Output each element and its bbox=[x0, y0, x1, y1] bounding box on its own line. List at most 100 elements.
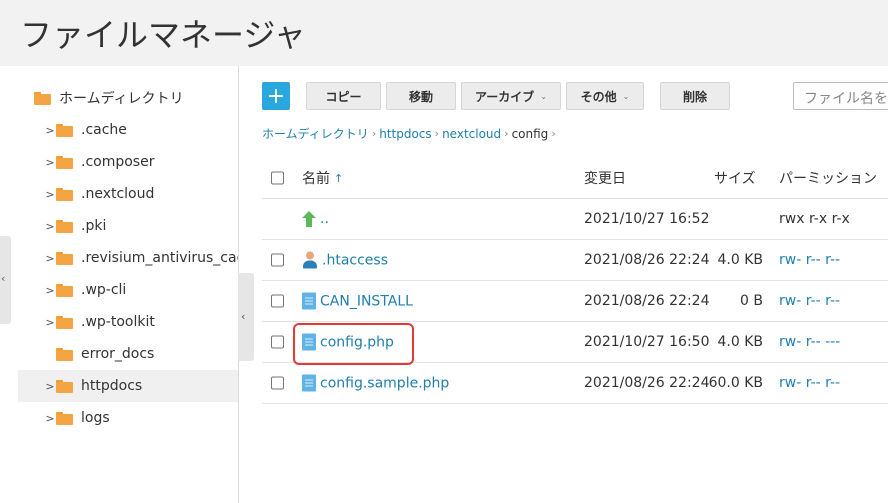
tree-item-label: .cache bbox=[81, 122, 127, 138]
table-row[interactable]: .htaccess 2021/08/26 22:24 4.0 KB rw- r-… bbox=[262, 240, 888, 281]
row-checkbox[interactable] bbox=[271, 376, 284, 390]
tree-item[interactable]: > .pki bbox=[18, 210, 238, 242]
chevron-right-icon[interactable]: > bbox=[18, 188, 56, 201]
tree-item[interactable]: > logs bbox=[18, 402, 238, 434]
chevron-right-icon: › bbox=[551, 127, 556, 140]
tree-item[interactable]: > .composer bbox=[18, 146, 238, 178]
file-name-cell[interactable]: .. bbox=[302, 211, 329, 227]
chevron-left-icon: ‹ bbox=[241, 310, 246, 323]
row-checkbox[interactable] bbox=[271, 294, 284, 308]
file-size: 60.0 KB bbox=[708, 375, 763, 391]
chevron-right-icon[interactable]: > bbox=[18, 380, 56, 393]
folder-icon bbox=[56, 283, 73, 297]
breadcrumb-home[interactable]: ホームディレクトリ bbox=[262, 125, 369, 142]
folder-icon bbox=[34, 91, 51, 105]
collapse-sidebar-button[interactable]: ‹ bbox=[238, 273, 254, 361]
tree-item-selected[interactable]: > httpdocs bbox=[18, 370, 238, 402]
tree-item[interactable]: > .revisium_antivirus_cache bbox=[18, 242, 238, 274]
chevron-right-icon[interactable]: > bbox=[18, 124, 56, 137]
chevron-down-icon: ⌄ bbox=[540, 91, 547, 101]
tree-item-label: error_docs bbox=[81, 346, 155, 362]
other-button-label: その他 bbox=[580, 89, 617, 104]
tree-item[interactable]: > .nextcloud bbox=[18, 178, 238, 210]
highlight-annotation bbox=[293, 323, 414, 365]
tree-item-label: .composer bbox=[81, 154, 155, 170]
chevron-down-icon: ⌄ bbox=[622, 91, 630, 101]
archive-button[interactable]: アーカイブ ⌄ bbox=[461, 82, 561, 110]
add-button[interactable]: + bbox=[262, 82, 290, 110]
breadcrumb-httpdocs[interactable]: httpdocs bbox=[379, 127, 431, 141]
chevron-right-icon: › bbox=[434, 127, 440, 140]
chevron-right-icon[interactable]: > bbox=[18, 252, 56, 265]
document-icon bbox=[302, 374, 316, 392]
folder-icon bbox=[56, 347, 73, 361]
move-button[interactable]: 移動 bbox=[386, 82, 456, 110]
select-all-checkbox[interactable] bbox=[271, 171, 284, 185]
file-size: 4.0 KB bbox=[717, 252, 764, 268]
folder-icon bbox=[56, 379, 73, 393]
file-name[interactable]: .. bbox=[320, 211, 329, 227]
column-header-permissions[interactable]: パーミッション bbox=[779, 168, 877, 188]
tree-item[interactable]: > .cache bbox=[18, 114, 238, 146]
column-header-size[interactable]: サイズ bbox=[714, 168, 756, 188]
chevron-right-icon: › bbox=[504, 127, 509, 140]
file-size: 0 B bbox=[740, 293, 763, 309]
folder-up-icon bbox=[302, 211, 316, 227]
tree-item[interactable]: > error_docs bbox=[18, 338, 238, 370]
left-panel-handle[interactable]: ‹ bbox=[0, 236, 11, 324]
folder-icon bbox=[56, 411, 73, 425]
tree-item-label: logs bbox=[81, 410, 110, 426]
file-permissions[interactable]: rw- r-- --- bbox=[779, 334, 840, 350]
folder-icon bbox=[56, 315, 73, 329]
file-name[interactable]: CAN_INSTALL bbox=[320, 293, 413, 309]
file-permissions[interactable]: rw- r-- r-- bbox=[779, 252, 840, 268]
page-title: ファイルマネージャ bbox=[20, 16, 306, 54]
table-row[interactable]: config.sample.php 2021/08/26 22:24 60.0 … bbox=[262, 363, 888, 404]
column-header-date[interactable]: 変更日 bbox=[584, 168, 626, 188]
tree-item[interactable]: > .wp-cli bbox=[18, 274, 238, 306]
tree-item[interactable]: > .wp-toolkit bbox=[18, 306, 238, 338]
file-date: 2021/08/26 22:24 bbox=[584, 293, 710, 309]
row-checkbox[interactable] bbox=[271, 335, 284, 349]
chevron-right-icon[interactable]: > bbox=[18, 156, 56, 169]
tree-item-label: .pki bbox=[81, 218, 107, 234]
file-name[interactable]: .htaccess bbox=[322, 252, 388, 268]
breadcrumb-nextcloud[interactable]: nextcloud bbox=[442, 127, 501, 141]
chevron-right-icon[interactable]: > bbox=[18, 316, 56, 329]
search-input[interactable]: ファイル名を検索 bbox=[793, 82, 888, 110]
table-row[interactable]: .. 2021/10/27 16:52 rwx r-x r-x bbox=[262, 199, 888, 240]
tree-root-label: ホームディレクトリ bbox=[59, 91, 184, 107]
copy-button[interactable]: コピー bbox=[306, 82, 381, 110]
user-file-icon bbox=[302, 251, 318, 269]
breadcrumb: ホームディレクトリ › httpdocs › nextcloud › confi… bbox=[262, 125, 559, 142]
file-name-cell[interactable]: .htaccess bbox=[302, 251, 388, 269]
folder-icon bbox=[56, 187, 73, 201]
chevron-right-icon[interactable]: > bbox=[18, 284, 56, 297]
chevron-right-icon[interactable]: > bbox=[18, 220, 56, 233]
file-date: 2021/10/27 16:52 bbox=[584, 211, 710, 227]
tree-root-home[interactable]: ホームディレクトリ bbox=[18, 82, 238, 114]
file-permissions[interactable]: rw- r-- r-- bbox=[779, 375, 840, 391]
other-button[interactable]: その他 ⌄ bbox=[566, 82, 644, 110]
file-name-cell[interactable]: config.sample.php bbox=[302, 374, 449, 392]
table-row[interactable]: CAN_INSTALL 2021/08/26 22:24 0 B rw- r--… bbox=[262, 281, 888, 322]
tree-item-label: .nextcloud bbox=[81, 186, 155, 202]
tree-item-label: .wp-cli bbox=[81, 282, 127, 298]
chevron-right-icon: › bbox=[371, 127, 377, 140]
row-checkbox[interactable] bbox=[271, 253, 284, 267]
tree-item-label: .revisium_antivirus_cache bbox=[81, 250, 238, 266]
folder-icon bbox=[56, 251, 73, 265]
file-name-cell[interactable]: CAN_INSTALL bbox=[302, 292, 413, 310]
sort-arrow-icon: ↑ bbox=[334, 171, 344, 185]
search-placeholder: ファイル名を検索 bbox=[804, 91, 888, 107]
column-header-name[interactable]: 名前 ↑ bbox=[302, 168, 343, 188]
breadcrumb-current: config bbox=[511, 126, 549, 141]
folder-tree: ホームディレクトリ > .cache > .composer > .nextcl… bbox=[18, 80, 238, 503]
folder-icon bbox=[56, 219, 73, 233]
chevron-right-icon[interactable]: > bbox=[18, 412, 56, 425]
file-permissions[interactable]: rw- r-- r-- bbox=[779, 293, 840, 309]
file-permissions: rwx r-x r-x bbox=[779, 211, 850, 227]
document-icon bbox=[302, 292, 316, 310]
file-name[interactable]: config.sample.php bbox=[320, 375, 449, 391]
delete-button[interactable]: 削除 bbox=[660, 82, 730, 110]
